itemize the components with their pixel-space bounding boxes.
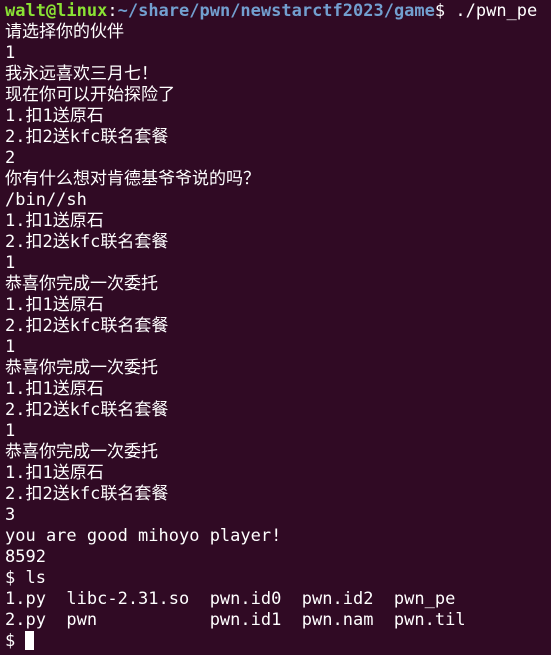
output-line: 1 [5, 337, 16, 357]
output-line: 1 [5, 253, 16, 273]
output-line: 你有什么想对肯德基爷爷说的吗？ [5, 169, 260, 189]
output-line: 1 [5, 43, 16, 63]
prompt-line: walt@linux:~/share/pwn/newstarctf2023/ga… [5, 1, 551, 22]
prompt-user-host: walt@linux [5, 1, 108, 21]
output-line: you are good mihoyo player! [5, 526, 282, 546]
output-line: 2.扣2送kfc联名套餐 [5, 232, 169, 252]
output-line: 恭喜你完成一次委托 [5, 442, 158, 462]
output-line: $ ls [5, 568, 46, 588]
output-line: 1.扣1送原石 [5, 295, 104, 315]
output-line: 8592 [5, 547, 46, 567]
final-prompt: $ [5, 631, 26, 651]
prompt-dollar: $ [434, 1, 456, 21]
current-prompt-line[interactable]: $ [5, 631, 551, 652]
output-line: 1.扣1送原石 [5, 106, 104, 126]
output-line: 现在你可以开始探险了 [5, 85, 175, 105]
output-line: 2 [5, 148, 16, 168]
output-line: 2.py pwn pwn.id1 pwn.nam pwn.til [5, 610, 466, 630]
output-line: 2.扣2送kfc联名套餐 [5, 400, 169, 420]
output-line: 1.扣1送原石 [5, 463, 104, 483]
output-line: 恭喜你完成一次委托 [5, 358, 158, 378]
output-line: 1.扣1送原石 [5, 211, 104, 231]
prompt-path: ~/share/pwn/newstarctf2023/game [117, 1, 435, 21]
output-line: 2.扣2送kfc联名套餐 [5, 484, 169, 504]
terminal-window[interactable]: walt@linux:~/share/pwn/newstarctf2023/ga… [0, 0, 551, 655]
output-line: 2.扣2送kfc联名套餐 [5, 316, 169, 336]
output-line: 1.py libc-2.31.so pwn.id0 pwn.id2 pwn_pe [5, 589, 456, 609]
output-line: 恭喜你完成一次委托 [5, 274, 158, 294]
output-line: 请选择你的伙伴 [5, 22, 124, 42]
output-line: /bin//sh [5, 190, 87, 210]
output-line: 我永远喜欢三月七！ [5, 64, 158, 84]
prompt-colon: : [107, 1, 118, 21]
prompt-command: ./pwn_pe [455, 1, 538, 21]
text-cursor [25, 631, 35, 650]
output-line: 1 [5, 421, 16, 441]
output-line: 2.扣2送kfc联名套餐 [5, 127, 169, 147]
output-line: 1.扣1送原石 [5, 379, 104, 399]
output-line: 3 [5, 505, 16, 525]
